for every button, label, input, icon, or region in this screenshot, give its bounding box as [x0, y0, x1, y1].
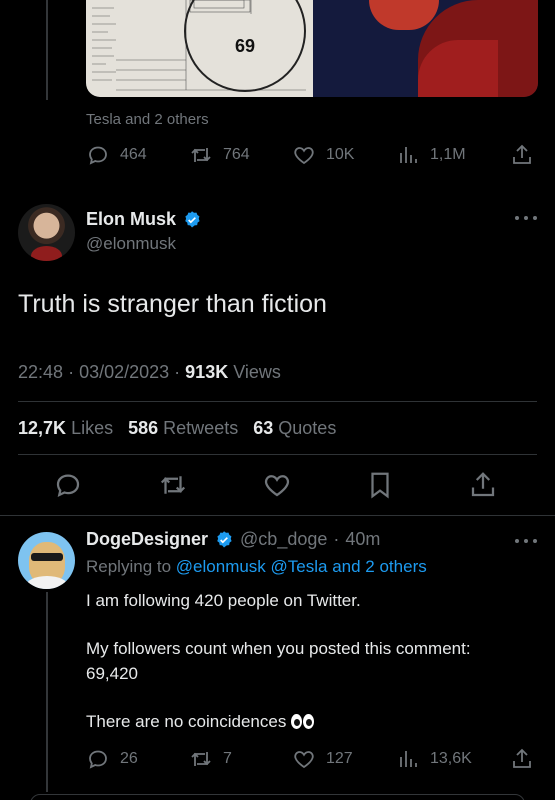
meta-separator: ·	[333, 529, 340, 549]
tweet-media[interactable]: 69	[86, 0, 538, 97]
reply-icon	[56, 474, 80, 498]
more-icon[interactable]	[515, 539, 537, 545]
media-tag-context[interactable]: Tesla and 2 others	[86, 111, 209, 128]
likes-stat[interactable]: 12,7K Likes	[18, 418, 113, 438]
like-count: 127	[326, 750, 353, 767]
share-button[interactable]	[510, 143, 534, 167]
tweet-date[interactable]: 03/02/2023	[79, 362, 169, 382]
thread-line-top	[46, 0, 48, 100]
divider	[18, 454, 537, 455]
verified-icon	[185, 210, 200, 227]
reply-count: 464	[120, 146, 147, 163]
author-handle[interactable]: @elonmusk	[86, 234, 176, 254]
reply-actions: 26 7 127 13,6K	[86, 747, 536, 773]
prev-tweet-actions: 464 764 10K 1,1M	[86, 143, 536, 169]
retweet-icon	[160, 476, 186, 494]
like-count: 10K	[326, 146, 355, 163]
tweet-meta: 22:48 · 03/02/2023 · 913K Views	[18, 362, 281, 383]
divider	[18, 401, 537, 402]
reply-icon	[89, 750, 107, 769]
like-button[interactable]: 10K	[292, 143, 354, 167]
sunglasses	[31, 553, 63, 561]
retweet-count: 7	[223, 750, 232, 767]
reply-button[interactable]	[53, 470, 83, 500]
divider	[0, 515, 555, 516]
reply-text-line: I am following 420 people on Twitter.	[86, 591, 361, 610]
share-button[interactable]	[510, 747, 534, 771]
mention-others-link[interactable]: @Tesla and 2 others	[271, 557, 427, 576]
like-icon	[264, 475, 290, 497]
quotes-stat[interactable]: 63 Quotes	[253, 418, 336, 438]
eyes-emoji	[291, 714, 315, 729]
reply-age[interactable]: 40m	[345, 529, 380, 550]
document-image: 69	[86, 0, 313, 97]
reply-icon	[89, 146, 107, 165]
share-icon	[513, 144, 531, 164]
author-name-row[interactable]: Elon Musk	[86, 209, 202, 230]
tweet-text: Truth is stranger than fiction	[18, 290, 327, 318]
reply-button[interactable]: 464	[86, 143, 147, 167]
retweet-button[interactable]: 7	[189, 747, 232, 771]
verified-icon	[217, 530, 232, 547]
meta-separator: ·	[174, 362, 186, 382]
avatar[interactable]	[18, 204, 75, 261]
views-label: Views	[233, 362, 281, 382]
main-tweet-actions	[0, 466, 555, 506]
bookmark-icon	[371, 472, 389, 499]
views-icon	[400, 147, 417, 163]
views-button[interactable]: 13,6K	[396, 747, 472, 771]
like-button[interactable]: 127	[292, 747, 353, 771]
thread-line-bottom	[46, 592, 48, 792]
retweets-count: 586	[128, 418, 159, 438]
reply-header: DogeDesigner @cb_doge · 40m	[86, 529, 380, 550]
like-icon	[294, 751, 314, 769]
photo-image	[313, 0, 538, 97]
likes-label: Likes	[71, 418, 114, 438]
retweet-icon	[191, 752, 211, 766]
likes-count: 12,7K	[18, 418, 67, 438]
reply-button[interactable]: 26	[86, 747, 138, 771]
retweets-stat[interactable]: 586 Retweets	[128, 418, 238, 438]
reply-text-line: 69,420	[86, 664, 138, 683]
reply-text-line: There are no coincidences	[86, 712, 287, 731]
share-icon	[513, 748, 531, 768]
reply-text-line: My followers count when you posted this …	[86, 639, 471, 658]
retweet-button[interactable]: 764	[189, 143, 250, 167]
quotes-count: 63	[253, 418, 274, 438]
share-button[interactable]	[468, 470, 498, 500]
tweet-time[interactable]: 22:48	[18, 362, 63, 382]
bookmark-button[interactable]	[365, 470, 395, 500]
retweet-icon	[191, 148, 211, 162]
more-icon[interactable]	[515, 216, 537, 222]
doge-body	[26, 576, 68, 589]
like-button[interactable]	[262, 470, 292, 500]
quotes-label: Quotes	[278, 418, 337, 438]
reply-author-handle[interactable]: @cb_doge	[240, 529, 327, 550]
retweet-count: 764	[223, 146, 250, 163]
share-icon	[471, 472, 495, 497]
replying-prefix: Replying to	[86, 557, 172, 576]
avatar[interactable]	[18, 532, 75, 589]
views-count: 913K	[185, 362, 229, 382]
reply-author-name[interactable]: DogeDesigner	[86, 529, 208, 550]
author-name: Elon Musk	[86, 209, 177, 229]
views-button[interactable]: 1,1M	[396, 143, 466, 167]
views-count: 1,1M	[430, 146, 466, 163]
retweet-button[interactable]	[158, 470, 188, 500]
meta-separator: ·	[68, 362, 80, 382]
replying-to: Replying to @elonmusk @Tesla and 2 other…	[86, 557, 427, 577]
views-count: 13,6K	[430, 750, 472, 767]
tweet-stats: 12,7K Likes 586 Retweets 63 Quotes	[18, 418, 336, 439]
reply-count: 26	[120, 750, 138, 767]
reply-compose-bar[interactable]	[30, 794, 525, 800]
mention-link[interactable]: @elonmusk	[176, 557, 266, 576]
like-icon	[294, 147, 314, 165]
reply-text-line-last: There are no coincidences	[86, 710, 315, 734]
retweets-label: Retweets	[163, 418, 239, 438]
views-icon	[400, 751, 417, 767]
